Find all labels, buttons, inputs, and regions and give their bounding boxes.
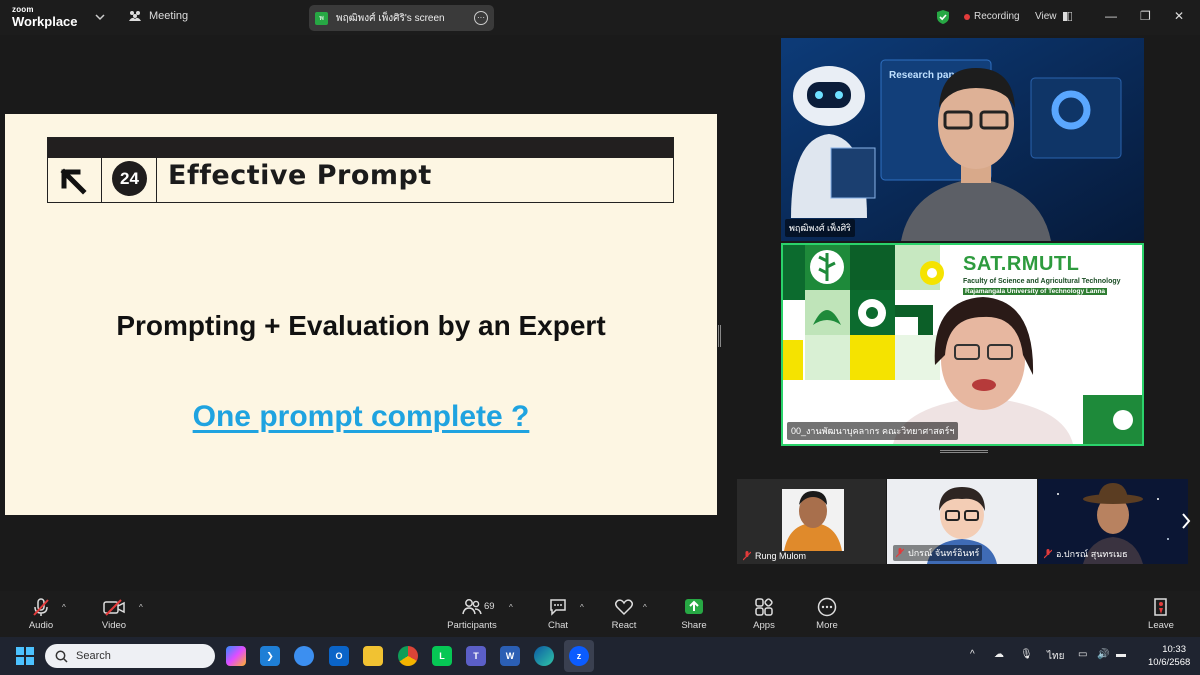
- minimize-icon[interactable]: —: [1105, 9, 1117, 23]
- input-language[interactable]: ไทย: [1047, 649, 1064, 664]
- network-icon[interactable]: ▭: [1078, 649, 1087, 660]
- edge-app-icon[interactable]: [534, 646, 554, 666]
- slide-main-text: Prompting + Evaluation by an Expert: [116, 310, 606, 341]
- share-screen-icon: [685, 599, 703, 614]
- meeting-toolbar: Audio ^ Video ^ Participants ^ Chat ^ Re…: [0, 591, 1200, 637]
- slide-link-text[interactable]: One prompt complete ?: [5, 400, 717, 434]
- heart-icon: [614, 599, 634, 616]
- taskbar-clock[interactable]: 10:33 10/6/2568: [1148, 643, 1191, 669]
- meeting-label: Meeting: [149, 10, 189, 22]
- copilot-app-icon[interactable]: [226, 646, 246, 666]
- leave-button[interactable]: Leave: [1131, 597, 1191, 631]
- participant-tile[interactable]: Rung Mulom: [737, 479, 886, 564]
- security-shield-icon[interactable]: [936, 9, 950, 25]
- university-subtitle: Rajamangala University of Technology Lan…: [963, 288, 1108, 295]
- more-button[interactable]: More: [797, 597, 857, 631]
- volume-icon[interactable]: 🔊: [1097, 649, 1109, 660]
- microphone-icon[interactable]: 🎙: [1020, 649, 1033, 660]
- muted-mic-icon: [743, 551, 751, 561]
- vscode-app-icon[interactable]: ❯: [260, 646, 280, 666]
- sat-rmutl-title: SAT.RMUTL: [963, 253, 1080, 275]
- windows-start-icon[interactable]: [16, 647, 34, 665]
- sharer-avatar-icon: พ: [315, 11, 328, 25]
- participant-name: อ.ปกรณ์ สุนทรเมธ: [1044, 547, 1128, 561]
- participant-name-label: พฤฒิพงศ์ เพ็งศิริ: [785, 219, 856, 237]
- chat-icon: [550, 599, 566, 616]
- line-app-icon[interactable]: L: [432, 646, 452, 666]
- arrow-cell: [48, 158, 102, 202]
- shared-slide: 24 Effective Prompt Prompting + Evaluati…: [5, 114, 717, 515]
- muted-mic-icon: [896, 548, 904, 558]
- slide-number-badge: 24: [112, 161, 147, 196]
- muted-mic-icon: [33, 598, 49, 616]
- tray-overflow-chevron-icon[interactable]: ^: [970, 649, 975, 660]
- search-icon: [55, 650, 68, 663]
- audio-options-chevron-icon[interactable]: ^: [62, 603, 66, 612]
- word-app-icon[interactable]: W: [500, 646, 520, 666]
- participant-tile[interactable]: อ.ปกรณ์ สุนทรเมธ: [1038, 479, 1188, 564]
- apps-button[interactable]: Apps: [734, 597, 794, 631]
- shared-screen-indicator[interactable]: พ พฤฒิพงศ์ เพ็งศิริ's screen ···: [309, 5, 494, 31]
- grid-view-icon: [1062, 12, 1072, 21]
- title-bar: zoom Workplace Meeting พ พฤฒิพงศ์ เพ็งศิ…: [0, 0, 1200, 35]
- resize-handle[interactable]: [940, 450, 988, 453]
- chat-button[interactable]: Chat: [528, 597, 588, 631]
- clock-date: 10/6/2568: [1148, 657, 1191, 668]
- video-feed-1: Research paper: [781, 38, 1144, 241]
- slide-header-title: Effective Prompt: [168, 160, 432, 191]
- outlook-app-icon[interactable]: O: [329, 646, 349, 666]
- file-explorer-app-icon[interactable]: [363, 646, 383, 666]
- participant-name: ปกรณ์ จันทร์อินทร์: [893, 545, 983, 561]
- react-options-chevron-icon[interactable]: ^: [643, 603, 647, 612]
- arrow-up-left-icon: [60, 168, 87, 195]
- more-options-icon[interactable]: ···: [474, 11, 488, 25]
- video-off-icon: [103, 599, 125, 616]
- close-icon[interactable]: ✕: [1174, 9, 1184, 23]
- muted-mic-icon: [1044, 549, 1052, 559]
- video-tile-speaker-1[interactable]: Research paper พฤฒิพงศ์ เพ็งศิริ: [781, 38, 1144, 241]
- more-icon: [817, 597, 837, 617]
- clock-time: 10:33: [1162, 644, 1186, 655]
- recording-indicator[interactable]: Recording: [964, 11, 1020, 22]
- participants-options-chevron-icon[interactable]: ^: [509, 603, 513, 612]
- zoom-logo: zoom Workplace: [12, 5, 78, 29]
- apps-icon: [755, 598, 773, 616]
- battery-icon[interactable]: ▬: [1116, 649, 1126, 660]
- browser-app-icon[interactable]: [294, 646, 314, 666]
- zoom-app-icon[interactable]: z: [569, 646, 589, 666]
- video-tile-speaker-2[interactable]: SAT.RMUTL Faculty of Science and Agricul…: [781, 243, 1144, 446]
- recording-dot-icon: [964, 13, 970, 20]
- participant-tile[interactable]: ปกรณ์ จันทร์อินทร์: [887, 479, 1037, 564]
- chevron-down-icon[interactable]: [94, 11, 106, 23]
- chrome-app-icon[interactable]: [398, 646, 418, 666]
- participants-icon: [462, 599, 482, 615]
- shared-screen-label: พฤฒิพงศ์ เพ็งศิริ's screen: [336, 12, 445, 24]
- windows-taskbar: Search ❯ O L T W z ^ ☁ 🎙 ไทย ▭ 🔊 ▬ 10:33…: [0, 637, 1200, 675]
- participant-name-label: 00_งานพัฒนาบุคลากร คณะวิทยาศาสตร์ฯ: [787, 422, 959, 440]
- leave-icon: [1154, 598, 1167, 616]
- people-icon: [129, 11, 141, 21]
- chat-options-chevron-icon[interactable]: ^: [580, 603, 584, 612]
- splitter-handle[interactable]: [718, 325, 721, 347]
- maximize-icon[interactable]: ❐: [1140, 9, 1151, 23]
- participant-count: 69: [484, 601, 495, 612]
- faculty-subtitle: Faculty of Science and Agricultural Tech…: [963, 278, 1121, 285]
- taskbar-search-input[interactable]: Search: [45, 644, 215, 668]
- onedrive-icon[interactable]: ☁: [994, 649, 1004, 660]
- chevron-right-icon[interactable]: [1180, 512, 1192, 530]
- view-menu[interactable]: View: [1035, 11, 1072, 22]
- header-band: [48, 138, 673, 158]
- video-options-chevron-icon[interactable]: ^: [139, 603, 143, 612]
- teams-app-icon[interactable]: T: [466, 646, 486, 666]
- participant-name: Rung Mulom: [743, 551, 806, 561]
- video-button[interactable]: Video: [84, 597, 144, 631]
- participant-strip: Rung Mulom ปกรณ์ จันทร์อินทร์ อ.ปกรณ์ สุ…: [737, 479, 1200, 564]
- meeting-menu[interactable]: Meeting: [128, 10, 188, 22]
- share-button[interactable]: Share: [664, 597, 724, 631]
